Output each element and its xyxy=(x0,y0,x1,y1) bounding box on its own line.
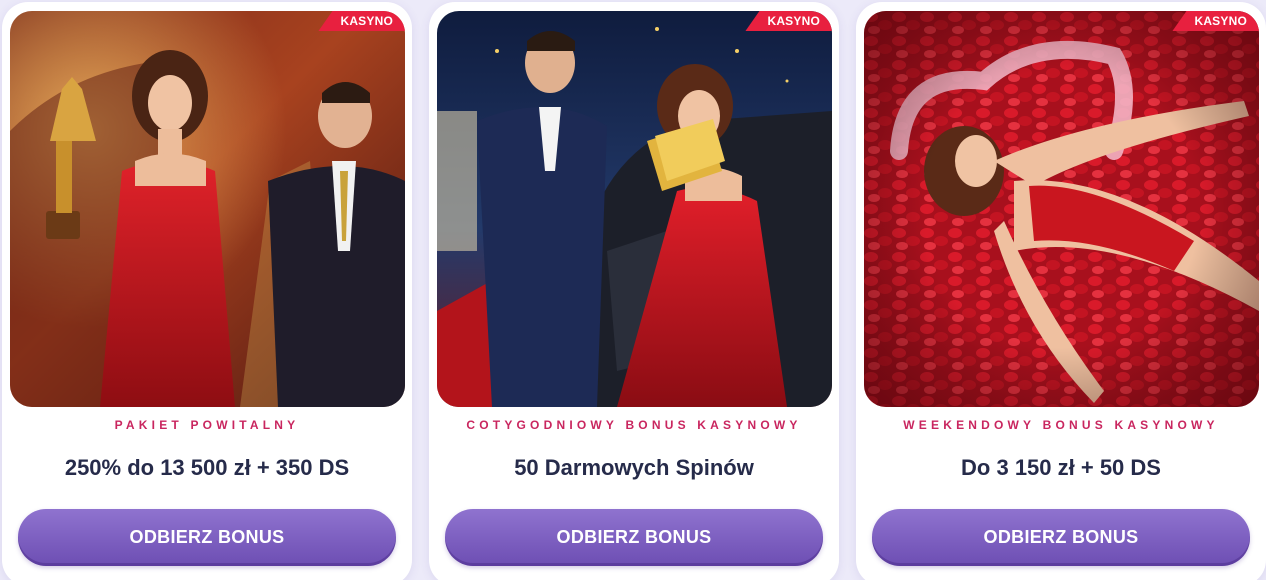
promo-image-limousine-arrival[interactable]: KASYNO xyxy=(437,11,832,407)
rose-petals-illustration xyxy=(864,11,1259,407)
claim-bonus-button[interactable]: ODBIERZ BONUS xyxy=(445,509,823,566)
promo-card-weekly-casino-bonus: KASYNO COTYGODNIOWY BONUS KASYNOWY 50 Da… xyxy=(429,2,839,580)
casino-badge: KASYNO xyxy=(1172,11,1259,31)
limousine-arrival-illustration xyxy=(437,11,832,407)
promo-card-weekend-casino-bonus: KASYNO WEEKENDOWY BONUS KASYNOWY Do 3 15… xyxy=(856,2,1266,580)
promo-image-award-ceremony[interactable]: KASYNO xyxy=(10,11,405,407)
promo-title: Do 3 150 zł + 50 DS xyxy=(961,455,1161,480)
promo-category: COTYGODNIOWY BONUS KASYNOWY xyxy=(466,418,802,432)
promo-title: 250% do 13 500 zł + 350 DS xyxy=(64,455,350,480)
promo-card-welcome-package: KASYNO PAKIET POWITALNY 250% do 13 500 z… xyxy=(2,2,412,580)
promo-category: PAKIET POWITALNY xyxy=(114,418,300,432)
promo-cards-row: KASYNO PAKIET POWITALNY 250% do 13 500 z… xyxy=(0,0,1266,580)
promo-category: WEEKENDOWY BONUS KASYNOWY xyxy=(903,418,1219,432)
claim-bonus-button[interactable]: ODBIERZ BONUS xyxy=(872,509,1250,566)
claim-bonus-button[interactable]: ODBIERZ BONUS xyxy=(18,509,396,566)
promo-image-rose-petals[interactable]: KASYNO xyxy=(864,11,1259,407)
casino-badge: KASYNO xyxy=(318,11,405,31)
casino-badge: KASYNO xyxy=(745,11,832,31)
award-ceremony-illustration xyxy=(10,11,405,407)
promo-title: 50 Darmowych Spinów xyxy=(514,455,754,480)
